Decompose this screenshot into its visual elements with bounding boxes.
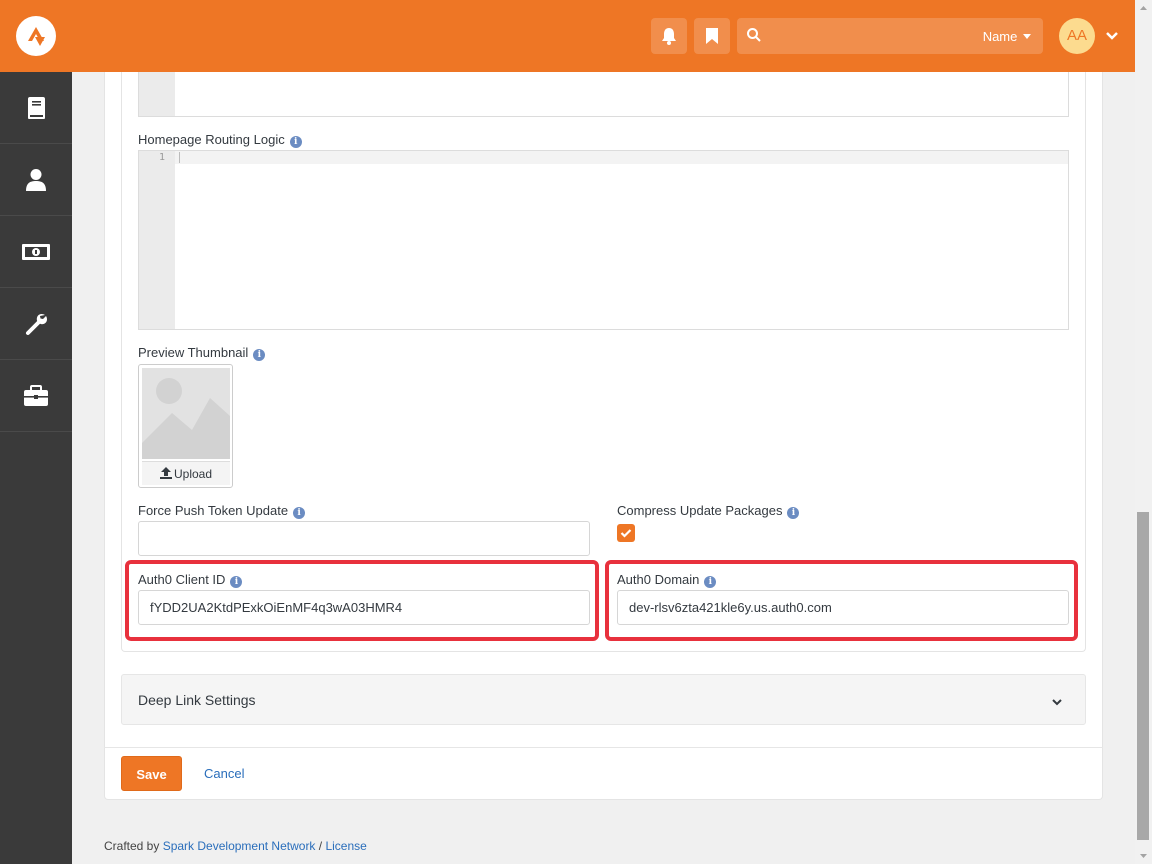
deep-link-settings-title: Deep Link Settings (138, 692, 256, 708)
force-push-label: Force Push Token Update i (138, 503, 306, 519)
text-cursor (179, 152, 180, 163)
info-icon[interactable]: i (289, 136, 302, 148)
sidebar-item-tools[interactable] (0, 288, 72, 360)
chevron-down-icon[interactable] (1105, 28, 1119, 46)
person-icon (26, 168, 46, 191)
money-icon (22, 243, 50, 260)
compress-label: Compress Update Packages i (617, 503, 800, 519)
save-button[interactable]: Save (121, 756, 182, 791)
info-icon[interactable]: i (787, 507, 800, 519)
top-bar: Name AA (0, 0, 1135, 72)
divider (104, 747, 1103, 748)
scroll-down-arrow-icon[interactable] (1135, 847, 1152, 864)
compress-checkbox[interactable] (617, 524, 635, 542)
info-icon[interactable]: i (293, 507, 306, 519)
sidebar-item-people[interactable] (0, 144, 72, 216)
upload-icon (159, 467, 172, 479)
search-icon (746, 27, 762, 48)
preview-thumbnail-label: Preview Thumbnail i (138, 345, 266, 361)
homepage-routing-label-text: Homepage Routing Logic (138, 132, 285, 147)
caret-down-icon (1023, 34, 1031, 39)
editor-active-line (139, 151, 1068, 164)
footer-separator: / (318, 839, 323, 853)
book-icon (28, 96, 45, 119)
page-scrollbar[interactable] (1135, 0, 1152, 864)
cancel-button[interactable]: Cancel (204, 766, 244, 781)
previous-code-editor[interactable] (138, 72, 1069, 117)
scroll-up-arrow-icon[interactable] (1135, 0, 1152, 17)
compress-label-text: Compress Update Packages (617, 503, 783, 518)
user-avatar[interactable]: AA (1059, 18, 1095, 54)
notifications-bell-icon[interactable] (651, 18, 687, 54)
line-number: 1 (158, 152, 165, 163)
force-push-input[interactable] (138, 521, 590, 556)
sidebar-item-finance[interactable] (0, 216, 72, 288)
deep-link-settings-accordion[interactable]: Deep Link Settings (121, 674, 1086, 725)
crafted-by-footer: Crafted by Spark Development Network / L… (104, 839, 367, 853)
checkmark-icon (620, 529, 632, 538)
info-icon[interactable]: i (253, 349, 266, 361)
editor-gutter (139, 72, 175, 116)
rock-logo-icon[interactable] (16, 16, 56, 56)
preview-thumbnail-label-text: Preview Thumbnail (138, 345, 249, 360)
force-push-label-text: Force Push Token Update (138, 503, 289, 518)
chevron-down-icon[interactable] (1051, 694, 1063, 712)
search-filter-label: Name (982, 29, 1018, 44)
homepage-routing-label: Homepage Routing Logic i (138, 132, 302, 148)
bookmark-icon[interactable] (694, 18, 730, 54)
upload-label: Upload (173, 467, 213, 481)
scrollbar-thumb[interactable] (1137, 512, 1149, 840)
crafted-by-text: Crafted by (104, 839, 160, 853)
sidebar (0, 72, 72, 864)
search-box[interactable]: Name (737, 18, 1043, 54)
homepage-routing-editor[interactable]: 1 (138, 150, 1069, 330)
highlight-box-client-id (125, 560, 599, 641)
editor-gutter: 1 (139, 151, 175, 329)
preview-thumbnail-picker[interactable]: Upload (138, 364, 233, 488)
license-link[interactable]: License (325, 839, 366, 853)
wrench-icon (25, 313, 48, 335)
briefcase-icon (24, 384, 48, 406)
sidebar-item-admin[interactable] (0, 360, 72, 432)
search-filter-dropdown[interactable]: Name (983, 29, 1031, 44)
highlight-box-domain (605, 560, 1078, 641)
spark-development-network-link[interactable]: Spark Development Network (163, 839, 316, 853)
image-placeholder-icon (142, 368, 230, 459)
sidebar-item-book[interactable] (0, 72, 72, 144)
upload-button[interactable]: Upload (142, 461, 230, 485)
